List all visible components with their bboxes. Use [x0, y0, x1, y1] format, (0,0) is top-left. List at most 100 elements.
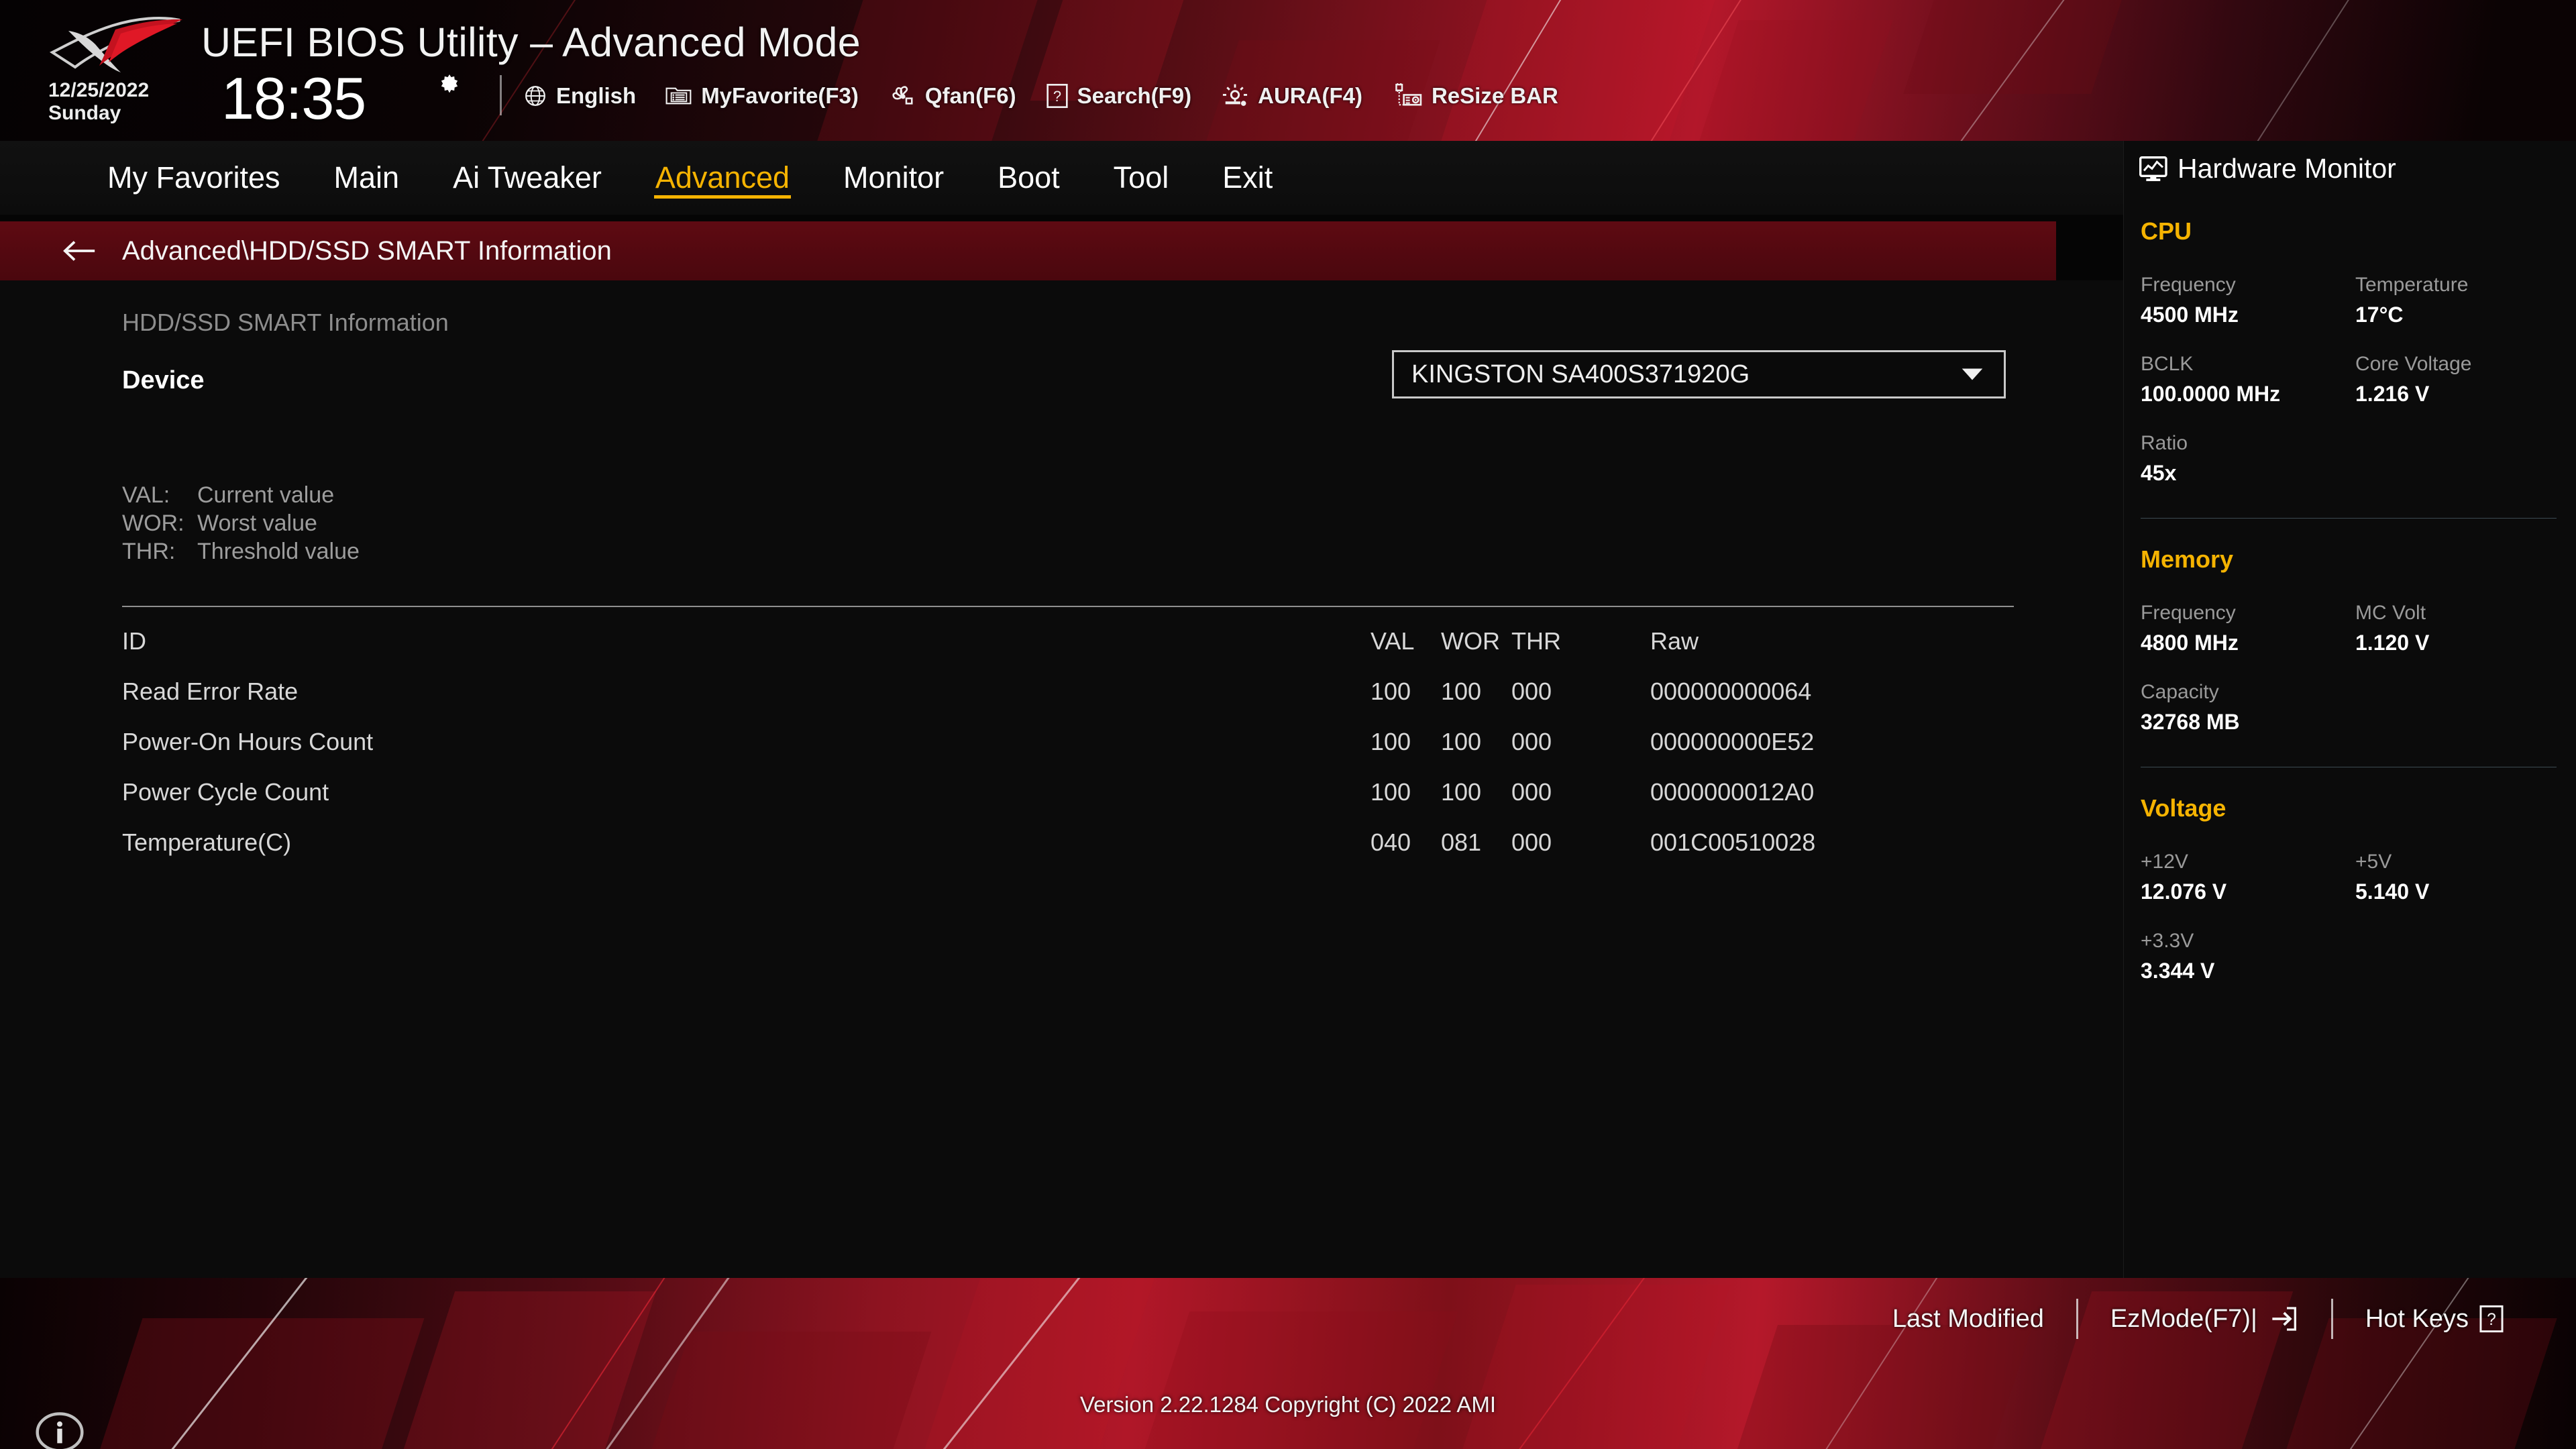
hw-group-title-voltage: Voltage	[2141, 794, 2226, 822]
row-thr: 000	[1511, 728, 1552, 755]
last-modified-button[interactable]: Last Modified	[1860, 1305, 2076, 1334]
hw-label: +5V	[2355, 851, 2392, 873]
hw-value: 4500 MHz	[2141, 302, 2239, 327]
qfan-button[interactable]: Qfan(F6)	[888, 83, 1016, 109]
search-button[interactable]: ? Search(F9)	[1046, 83, 1192, 109]
legend-row: VAL: Current value	[122, 482, 360, 510]
gpu-card-icon	[1395, 83, 1422, 106]
row-id: Read Error Rate	[122, 678, 299, 705]
resize-bar-label: ReSize BAR	[1431, 83, 1558, 108]
table-row[interactable]: Power Cycle Count 100 100 000 0000000012…	[0, 770, 2123, 820]
clock-display: 18:35	[221, 65, 366, 131]
hw-cell: +3.3V 3.344 V	[2141, 927, 2355, 986]
hw-value: 1.120 V	[2355, 630, 2430, 655]
row-id: Temperature(C)	[122, 828, 292, 856]
smart-table: ID VAL WOR THR Raw Read Error Rate 100 1…	[0, 619, 2123, 871]
legend-text-wor: Worst value	[197, 510, 317, 536]
legend-key-wor: WOR:	[122, 510, 184, 536]
hw-value: 32768 MB	[2141, 709, 2240, 734]
language-label: English	[556, 83, 637, 108]
table-row[interactable]: Read Error Rate 100 100 000 000000000064	[0, 669, 2123, 720]
tab-main[interactable]: Main	[307, 141, 427, 215]
legend-text-val: Current value	[197, 482, 335, 508]
hw-value: 1.216 V	[2355, 381, 2430, 406]
footer-tools: Last Modified EzMode(F7)| Hot Keys ?	[1860, 1291, 2536, 1346]
hw-cell: MC Volt 1.120 V	[2355, 599, 2570, 658]
row-raw: 000000000064	[1650, 678, 1812, 705]
hw-label: BCLK	[2141, 353, 2194, 376]
hot-keys-button[interactable]: Hot Keys ?	[2333, 1304, 2536, 1334]
aura-button[interactable]: AURA(F4)	[1221, 83, 1362, 109]
language-button[interactable]: English	[523, 83, 636, 109]
hw-cell: Core Voltage 1.216 V	[2355, 350, 2570, 409]
hw-label: +3.3V	[2141, 930, 2194, 953]
legend-row: WOR: Worst value	[122, 510, 360, 538]
hw-row: BCLK 100.0000 MHz Core Voltage 1.216 V	[2141, 350, 2576, 409]
table-divider	[122, 606, 2014, 607]
hw-row: Capacity 32768 MB	[2141, 678, 2576, 737]
tab-ai-tweaker[interactable]: Ai Tweaker	[426, 141, 629, 215]
tab-advanced[interactable]: Advanced	[629, 141, 816, 215]
row-val: 100	[1371, 678, 1411, 705]
row-id: Power-On Hours Count	[122, 728, 374, 755]
hw-label: Ratio	[2141, 432, 2188, 455]
hw-cell: +12V 12.076 V	[2141, 848, 2355, 907]
tab-my-favorites[interactable]: My Favorites	[80, 141, 307, 215]
row-thr: 000	[1511, 678, 1552, 705]
row-wor: 100	[1441, 678, 1482, 705]
hw-value: 17°C	[2355, 302, 2404, 327]
tab-tool[interactable]: Tool	[1087, 141, 1196, 215]
row-raw: 001C00510028	[1650, 828, 1816, 856]
hw-value: 12.076 V	[2141, 879, 2227, 904]
hw-row: Frequency 4800 MHz MC Volt 1.120 V	[2141, 599, 2576, 658]
myfavorite-button[interactable]: MyFavorite(F3)	[665, 83, 859, 109]
footer-bar: Last Modified EzMode(F7)| Hot Keys ? Ver…	[0, 1278, 2576, 1449]
aura-lamp-icon	[1223, 84, 1248, 106]
hw-label: +12V	[2141, 851, 2188, 873]
hw-group-title-cpu: CPU	[2141, 217, 2192, 245]
header-bar: UEFI BIOS Utility – Advanced Mode 12/25/…	[0, 0, 2576, 151]
search-label: Search(F9)	[1077, 83, 1192, 108]
bios-screen: UEFI BIOS Utility – Advanced Mode 12/25/…	[0, 0, 2576, 1449]
hw-cell: Temperature 17°C	[2355, 271, 2570, 330]
ezmode-button[interactable]: EzMode(F7)|	[2078, 1305, 2331, 1334]
row-raw: 0000000012A0	[1650, 778, 1815, 806]
date-display: 12/25/2022 Sunday	[48, 79, 149, 124]
column-header-thr: THR	[1511, 627, 1561, 655]
gear-icon[interactable]	[436, 72, 463, 99]
back-arrow-icon[interactable]	[62, 238, 98, 264]
weekday-value: Sunday	[48, 101, 121, 124]
table-row[interactable]: Power-On Hours Count 100 100 000 0000000…	[0, 720, 2123, 770]
hot-keys-label: Hot Keys	[2365, 1304, 2469, 1333]
question-box-icon: ?	[1046, 84, 1068, 108]
hw-cell: BCLK 100.0000 MHz	[2141, 350, 2355, 409]
svg-text:?: ?	[1053, 88, 1061, 105]
breadcrumb[interactable]: Advanced\HDD/SSD SMART Information	[0, 221, 2056, 280]
table-row[interactable]: Temperature(C) 040 081 000 001C00510028	[0, 820, 2123, 871]
tab-boot[interactable]: Boot	[971, 141, 1087, 215]
hw-row: Frequency 4500 MHz Temperature 17°C	[2141, 271, 2576, 330]
page-title: UEFI BIOS Utility – Advanced Mode	[201, 19, 861, 65]
hw-row: +12V 12.076 V +5V 5.140 V	[2141, 848, 2576, 907]
hardware-monitor-title: Hardware Monitor	[2178, 153, 2396, 184]
hardware-monitor-body: CPU Frequency 4500 MHz Temperature 17°C …	[2124, 205, 2576, 986]
tab-monitor[interactable]: Monitor	[816, 141, 971, 215]
device-select-value: KINGSTON SA400S371920G	[1411, 360, 1750, 388]
row-wor: 081	[1441, 828, 1482, 856]
chevron-down-icon[interactable]	[1961, 366, 1984, 382]
hw-label: Frequency	[2141, 602, 2236, 625]
hw-cell: Ratio 45x	[2141, 429, 2355, 488]
legend-key-thr: THR:	[122, 538, 176, 564]
question-box-icon: ?	[2479, 1305, 2504, 1333]
version-text: Version 2.22.1284 Copyright (C) 2022 AMI	[1079, 1392, 1497, 1417]
hardware-monitor-panel: Hardware Monitor CPU Frequency 4500 MHz …	[2123, 141, 2576, 1278]
tab-exit[interactable]: Exit	[1195, 141, 1299, 215]
device-select[interactable]: KINGSTON SA400S371920G	[1392, 350, 2006, 398]
aura-label: AURA(F4)	[1258, 83, 1362, 108]
resize-bar-button[interactable]: ReSize BAR	[1392, 83, 1558, 109]
last-modified-label: Last Modified	[1892, 1304, 2044, 1333]
legend-row: THR: Threshold value	[122, 538, 360, 566]
hw-label: MC Volt	[2355, 602, 2426, 625]
hw-cell: Frequency 4500 MHz	[2141, 271, 2355, 330]
qfan-label: Qfan(F6)	[924, 83, 1016, 108]
